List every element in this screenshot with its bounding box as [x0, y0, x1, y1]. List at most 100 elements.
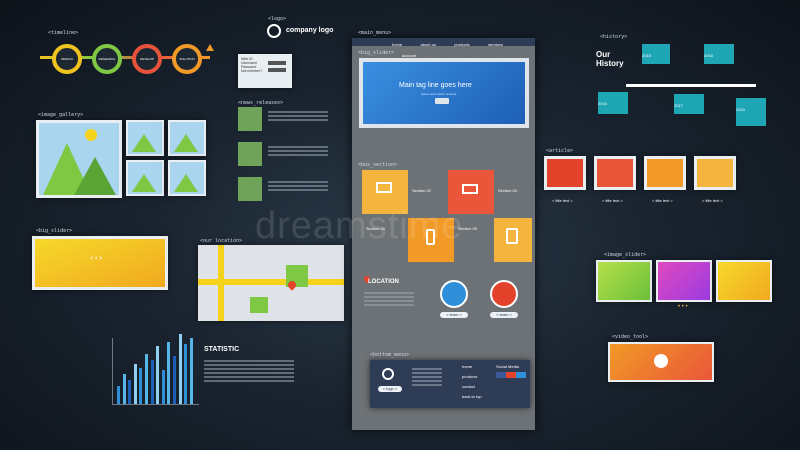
timeline-step-3: DEVELOP — [132, 44, 162, 74]
image-slider-tag: <image_slider> — [604, 252, 647, 258]
box-section-tag: <box_section> — [358, 162, 398, 168]
section-box-5[interactable] — [494, 218, 532, 262]
gallery-thumb[interactable] — [126, 160, 164, 196]
timeline-step-1: DESIGN — [52, 44, 82, 74]
article-card[interactable] — [694, 156, 736, 190]
footer: < logo > home products contact back to t… — [370, 360, 530, 408]
section-label-2: Section 02 — [412, 188, 431, 193]
camera-icon — [238, 142, 262, 166]
globe-icon — [382, 368, 394, 380]
globe-icon — [267, 24, 281, 38]
hero-headline: Main tag line goes here — [399, 82, 472, 89]
social-media-title: Social Media — [496, 364, 519, 369]
bottom-menu-tag: <bottom_menu> — [370, 352, 410, 358]
news-list — [238, 107, 338, 207]
history-year-2019: 2019 — [736, 107, 745, 112]
article-card[interactable] — [594, 156, 636, 190]
statistic-bar — [128, 380, 132, 404]
footer-link-top[interactable]: back to top — [462, 394, 482, 399]
tablet-icon — [506, 228, 518, 244]
menu-products[interactable]: products — [454, 42, 469, 47]
statistic-bar — [145, 354, 148, 404]
camera-icon — [238, 177, 262, 201]
timeline-step-4: SOLUTION — [172, 44, 202, 74]
login-input[interactable] — [268, 61, 286, 65]
statistic-title: STATISTIC — [204, 346, 240, 353]
slider-arrows[interactable]: < • > — [90, 256, 102, 262]
footer-link-home[interactable]: home — [462, 364, 472, 369]
gallery-thumbs — [126, 120, 214, 204]
article-card[interactable] — [644, 156, 686, 190]
statistic-bar — [161, 370, 165, 404]
gallery-thumb[interactable] — [126, 120, 164, 156]
company-logo-text: company logo — [286, 27, 334, 34]
hero-button[interactable] — [435, 98, 449, 104]
video-tag: <video_tool> — [612, 334, 649, 340]
team-label-1: < team > — [440, 312, 468, 318]
article-title: < title text > — [602, 198, 623, 203]
play-icon[interactable] — [654, 354, 668, 368]
statistic-bar — [150, 360, 154, 404]
statistic-bar — [117, 386, 120, 404]
history-year-2016: 2016 — [598, 101, 607, 106]
news-releases-tag: <news_releases> — [238, 100, 284, 106]
gallery-thumb[interactable] — [168, 120, 206, 156]
location-text — [364, 290, 414, 308]
statistic-bar — [173, 356, 176, 404]
menu-home[interactable]: home — [392, 42, 402, 47]
video-player[interactable] — [608, 342, 714, 382]
arrow-up-icon — [206, 44, 214, 51]
social-icons[interactable] — [496, 372, 526, 378]
big-slider-tag: <big_slider> — [36, 228, 73, 234]
image-slider-dots[interactable]: • • • — [678, 304, 688, 310]
menu-about[interactable]: about us — [420, 42, 435, 47]
hero-banner[interactable]: Main tag line goes here Ipsum lorem dolo… — [359, 58, 529, 128]
password-input[interactable] — [268, 68, 286, 72]
menu-services[interactable]: services — [488, 42, 503, 47]
footer-link-contact[interactable]: contact — [462, 384, 475, 389]
location-tag: <our location> — [200, 238, 243, 244]
footer-link-products[interactable]: products — [462, 374, 477, 379]
timeline-step-2: RESEARCH — [92, 44, 122, 74]
image-gallery-tag: <image_gallery> — [38, 112, 84, 118]
big-slider[interactable]: < • > — [32, 236, 168, 290]
logo-tag: <logo> — [268, 16, 287, 22]
statistic-bar — [184, 344, 188, 404]
article-title: < title text > — [702, 198, 723, 203]
history-year-2017: 2017 — [674, 103, 683, 108]
history-timeline: 2015 2018 2016 2017 2019 — [596, 44, 766, 134]
history-year-2015: 2015 — [642, 53, 651, 58]
gallery-main-image[interactable] — [36, 120, 122, 198]
timeline-tag: <timeline> — [48, 30, 79, 36]
statistic-bar — [122, 374, 126, 404]
main-menu-tag: <main_menu> — [358, 30, 392, 36]
statistic-bar — [178, 334, 182, 404]
article-title: < title text > — [552, 198, 573, 203]
location-map[interactable] — [198, 245, 344, 321]
team-avatar-1[interactable] — [440, 280, 468, 308]
statistic-bar — [139, 368, 143, 404]
hero-subtext: Ipsum lorem dolor sit amet — [421, 92, 457, 96]
statistic-text — [204, 358, 294, 384]
timeline: DESIGN RESEARCH DEVELOP SOLUTION — [40, 38, 215, 78]
history-tag: <history> — [600, 34, 628, 40]
main-menu: home about us products services account — [352, 38, 535, 58]
camera-icon — [238, 107, 262, 131]
footer-logo: < logo > — [378, 386, 402, 392]
article-card[interactable] — [544, 156, 586, 190]
article-list: < title text > < title text > < title te… — [544, 156, 774, 226]
image-slider[interactable] — [596, 260, 772, 304]
location-heading: LOCATION — [368, 279, 399, 285]
article-tag: <article> — [546, 148, 574, 154]
team-avatar-2[interactable] — [490, 280, 518, 308]
statistic-bar — [189, 338, 193, 404]
history-year-2018: 2018 — [704, 53, 713, 58]
mountain-image-icon — [39, 123, 119, 195]
gallery-thumb[interactable] — [168, 160, 206, 196]
monitor-icon — [376, 182, 392, 193]
article-title: < title text > — [652, 198, 673, 203]
login-form: Web ID Username Password Not member? — [238, 54, 292, 88]
section-label-4: Section 04 — [498, 188, 517, 193]
team-label-2: < team > — [490, 312, 518, 318]
laptop-icon — [462, 184, 478, 194]
